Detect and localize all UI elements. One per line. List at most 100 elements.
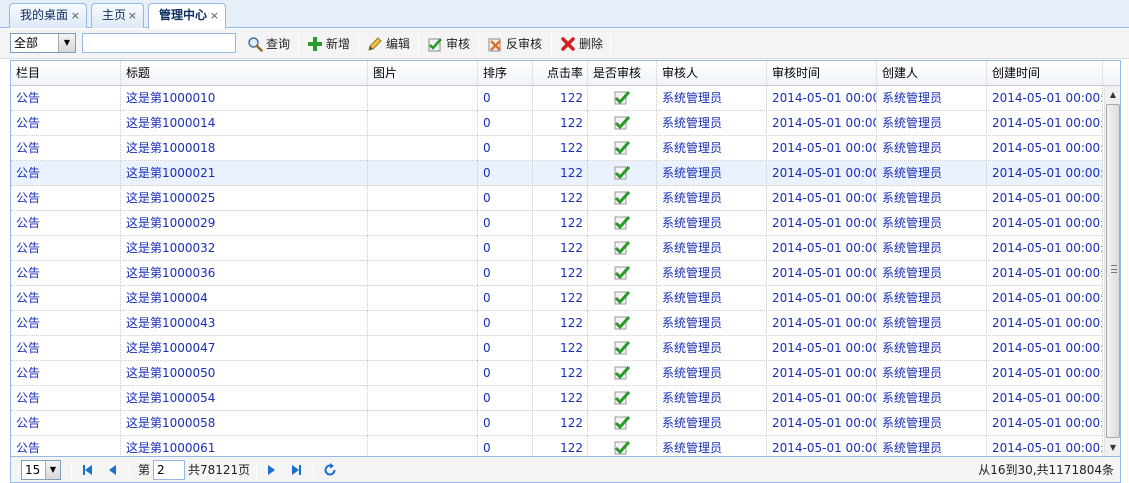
table-row[interactable]: 公告 这是第1000054 0 122 系统管理员 2014-05-01 00:00: 系统… [11,386,1103,411]
table-row[interactable]: 公告 这是第1000047 0 122 系统管理员 2014-05-01 00:00: 系统… [11,336,1103,361]
close-icon[interactable]: × [210,4,219,27]
cell-sort: 0 [478,436,533,456]
cell-creator: 系统管理员 [877,361,987,386]
cell-created-time: 2014-05-01 00:00:0 [987,161,1103,186]
column-header-image[interactable]: 图片 [368,61,478,86]
pagination-info: 从16到30,共1171804条 [978,463,1114,477]
cell-created-time: 2014-05-01 00:00:0 [987,111,1103,136]
last-page-icon[interactable] [289,462,305,478]
table-row[interactable]: 公告 这是第1000029 0 122 系统管理员 2014-05-01 00:00: 系统… [11,211,1103,236]
grid-header: 栏目 标题 图片 排序 点击率 是否审核 审核人 审核时间 创建人 创建时间 [11,61,1120,86]
refresh-icon[interactable] [322,462,338,478]
table-row[interactable]: 公告 这是第1000043 0 122 系统管理员 2014-05-01 00:00: 系统… [11,311,1103,336]
dropdown-arrow-icon[interactable]: ▼ [45,461,60,479]
cell-auditor: 系统管理员 [657,361,767,386]
table-row[interactable]: 公告 这是第1000010 0 122 系统管理员 2014-05-01 00:00: 系统… [11,86,1103,111]
cell-creator: 系统管理员 [877,386,987,411]
unaudit-button[interactable]: 反审核 [487,32,542,56]
scroll-up-arrow-icon[interactable]: ▲ [1105,86,1120,103]
page-prefix: 第 [138,463,151,477]
scroll-down-arrow-icon[interactable]: ▼ [1105,439,1120,456]
query-button[interactable]: 查询 [247,32,290,56]
cell-audited [588,386,657,411]
table-row[interactable]: 公告 这是第100004 0 122 系统管理员 2014-05-01 00:00: 系统管… [11,286,1103,311]
previous-page-icon[interactable] [105,462,121,478]
cell-audited [588,311,657,336]
column-header-clicks[interactable]: 点击率 [533,61,588,86]
table-row[interactable]: 公告 这是第1000061 0 122 系统管理员 2014-05-01 00:00: 系统… [11,436,1103,456]
cell-audited [588,236,657,261]
table-row[interactable]: 公告 这是第1000014 0 122 系统管理员 2014-05-01 00:00: 系统… [11,111,1103,136]
cell-audited [588,161,657,186]
cell-sort: 0 [478,336,533,361]
pager-separator [71,461,72,479]
category-filter-select[interactable]: 全部 ▼ [10,33,76,53]
cell-auditor: 系统管理员 [657,436,767,456]
cell-clicks: 122 [533,361,588,386]
add-button[interactable]: 新增 [307,32,350,56]
unaudit-label: 反审核 [506,37,543,51]
table-row[interactable]: 公告 这是第1000021 0 122 系统管理员 2014-05-01 00:00: 系统… [11,161,1103,186]
cell-category: 公告 [11,136,121,161]
tab-bar: 我的桌面 × 主页 × 管理中心 × [0,0,1129,29]
cell-sort: 0 [478,236,533,261]
audit-check-icon [428,38,442,52]
cell-title: 这是第1000050 [121,361,368,386]
green-check-icon [614,290,630,305]
cell-sort: 0 [478,411,533,436]
search-input[interactable] [82,33,236,53]
cell-title: 这是第1000014 [121,111,368,136]
cell-creator: 系统管理员 [877,411,987,436]
table-row[interactable]: 公告 这是第1000032 0 122 系统管理员 2014-05-01 00:00: 系统… [11,236,1103,261]
cell-sort: 0 [478,361,533,386]
column-header-audit-time[interactable]: 审核时间 [767,61,877,86]
tab-my-desktop[interactable]: 我的桌面 × [9,3,87,28]
cell-created-time: 2014-05-01 00:00:0 [987,311,1103,336]
cell-image [368,86,478,111]
column-header-created-time[interactable]: 创建时间 [987,61,1103,86]
cell-clicks: 122 [533,136,588,161]
cell-audit-time: 2014-05-01 00:00: [767,436,877,456]
audit-button[interactable]: 审核 [427,32,470,56]
column-header-title[interactable]: 标题 [121,61,368,86]
column-header-sort[interactable]: 排序 [478,61,533,86]
column-header-category[interactable]: 栏目 [11,61,121,86]
table-row[interactable]: 公告 这是第1000058 0 122 系统管理员 2014-05-01 00:00: 系统… [11,411,1103,436]
cell-audit-time: 2014-05-01 00:00: [767,211,877,236]
dropdown-arrow-icon[interactable]: ▼ [58,34,75,52]
toolbar-separator [610,33,611,55]
cell-audited [588,286,657,311]
edit-button[interactable]: 编辑 [367,32,410,56]
next-page-icon[interactable] [263,462,279,478]
cell-image [368,236,478,261]
cell-title: 这是第1000054 [121,386,368,411]
tab-admin-center[interactable]: 管理中心 × [148,3,226,29]
cell-category: 公告 [11,261,121,286]
cell-clicks: 122 [533,111,588,136]
close-icon[interactable]: × [128,4,137,27]
close-icon[interactable]: × [71,4,80,27]
table-row[interactable]: 公告 这是第1000050 0 122 系统管理员 2014-05-01 00:00: 系统… [11,361,1103,386]
current-page-input[interactable] [153,460,185,480]
table-row[interactable]: 公告 这是第1000025 0 122 系统管理员 2014-05-01 00:00: 系统… [11,186,1103,211]
page-size-select[interactable]: 15 ▼ [21,460,61,480]
tab-home[interactable]: 主页 × [91,3,144,28]
table-row[interactable]: 公告 这是第1000036 0 122 系统管理员 2014-05-01 00:00: 系统… [11,261,1103,286]
column-header-audited[interactable]: 是否审核 [588,61,657,86]
cell-created-time: 2014-05-01 00:00:0 [987,211,1103,236]
cell-clicks: 122 [533,86,588,111]
first-page-icon[interactable] [79,462,95,478]
scrollbar-thumb[interactable] [1106,104,1120,438]
cell-audited [588,111,657,136]
delete-button[interactable]: 删除 [560,32,603,56]
total-pages-label: 共78121页 [188,463,251,477]
cell-auditor: 系统管理员 [657,236,767,261]
cell-image [368,386,478,411]
cell-title: 这是第100004 [121,286,368,311]
column-header-auditor[interactable]: 审核人 [657,61,767,86]
cell-sort: 0 [478,161,533,186]
column-header-creator[interactable]: 创建人 [877,61,987,86]
cell-title: 这是第1000043 [121,311,368,336]
table-row[interactable]: 公告 这是第1000018 0 122 系统管理员 2014-05-01 00:00: 系统… [11,136,1103,161]
vertical-scrollbar[interactable]: ▲ ▼ [1104,86,1120,456]
